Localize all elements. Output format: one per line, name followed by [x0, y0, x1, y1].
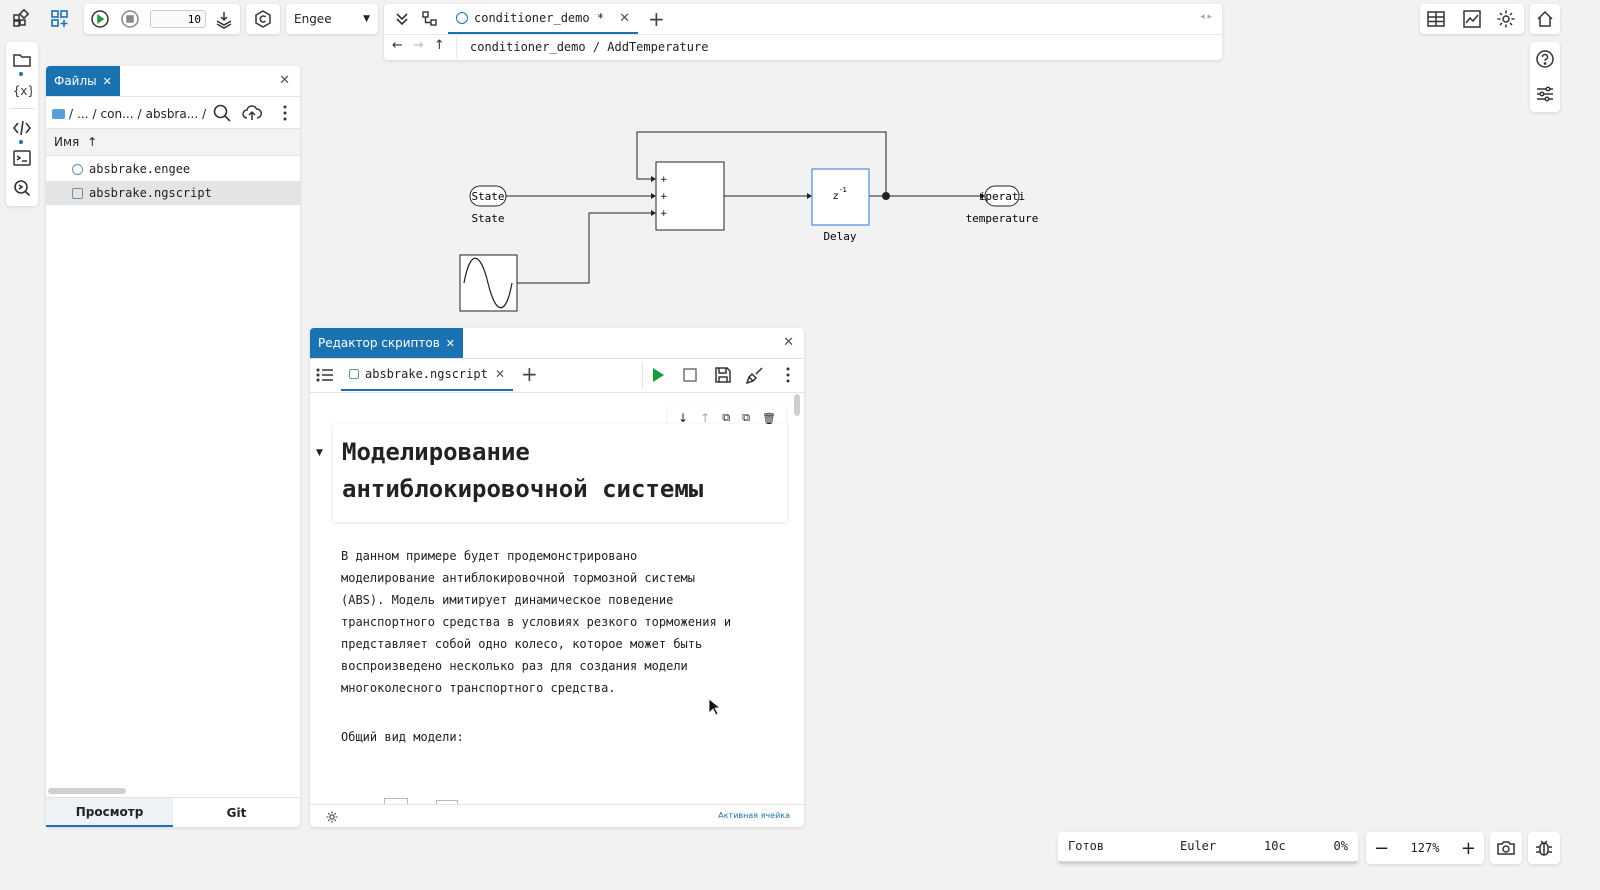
state-port-text: State: [471, 190, 504, 203]
zoom-level: 127%: [1410, 841, 1440, 855]
sum-sign: +: [660, 175, 668, 185]
bug-icon[interactable]: [1530, 834, 1558, 862]
delay-symbol: z: [833, 191, 838, 202]
script-file-icon: [349, 369, 359, 379]
stop-script-icon[interactable]: [676, 361, 704, 389]
screenshot-wrap: [1490, 832, 1522, 864]
zoom-out-icon[interactable]: −: [1374, 838, 1389, 859]
add-tab-icon[interactable]: +: [521, 362, 538, 386]
tab-absbrake-ngscript[interactable]: absbrake.ngscript ✕: [341, 359, 513, 391]
model-diagram: State State + + + z -1 Delay iperati tem…: [459, 131, 1039, 312]
script-editor-title: Редактор скриптов: [318, 336, 440, 350]
save-icon[interactable]: [709, 361, 737, 389]
paragraph-line: моделирование антиблокировочной тормозно…: [341, 571, 696, 585]
paragraph-line: транспортного средства в условиях резког…: [341, 615, 732, 629]
sine-to-sum-line: [517, 212, 651, 284]
camera-icon[interactable]: [1492, 834, 1520, 862]
more-vertical-icon[interactable]: [774, 361, 802, 389]
tab-view-label: Просмотр: [75, 804, 144, 819]
copy-icon[interactable]: ⧉: [722, 411, 730, 425]
trash-icon[interactable]: 🗑: [762, 412, 776, 425]
out-port-text: iperati: [979, 190, 1025, 203]
status-state: Готов: [1068, 839, 1105, 853]
paragraph-line: представляет собой одно колесо, которое …: [341, 637, 703, 651]
progress-track: [1058, 861, 1358, 864]
tab-git-label: Git: [226, 805, 247, 820]
horizontal-scrollbar[interactable]: [48, 788, 126, 794]
move-up-icon[interactable]: ↑: [700, 411, 710, 425]
list-outline-icon[interactable]: [311, 361, 339, 389]
script-editor-panel: Редактор скриптов ✕ ✕ absbrake.ngscript …: [310, 328, 804, 827]
toolbar-divider: [642, 362, 643, 388]
state-label: State: [471, 212, 504, 225]
tab-view[interactable]: Просмотр: [46, 798, 173, 827]
sum-sign: +: [660, 192, 668, 202]
editor-footer-divider: [310, 804, 804, 805]
script-editor-tab[interactable]: Редактор скриптов ✕: [310, 328, 464, 358]
move-down-icon[interactable]: ↓: [678, 411, 688, 425]
clear-brush-icon[interactable]: [741, 361, 769, 389]
close-icon[interactable]: ✕: [446, 337, 455, 350]
delay-block[interactable]: [811, 168, 870, 226]
files-bottom-tabs: Просмотр Git: [46, 797, 300, 827]
status-time: 10с: [1264, 839, 1286, 853]
debug-wrap: [1528, 832, 1560, 864]
panel-close-icon[interactable]: ✕: [783, 335, 794, 350]
cell-heading: Моделирование антиблокировочной системы: [342, 438, 704, 503]
status-solver: Euler: [1180, 839, 1217, 853]
status-bar: Готов Euler 10с 0%: [1058, 832, 1358, 864]
duplicate-icon[interactable]: ⧉: [742, 411, 750, 425]
branch-point: [882, 192, 890, 200]
collapse-triangle-icon[interactable]: ▼: [316, 448, 323, 458]
delay-label: Delay: [823, 230, 856, 243]
paragraph-line: (ABS). Модель имитирует динамическое пов…: [341, 593, 674, 607]
delay-exponent: -1: [840, 186, 847, 194]
paragraph-line: многоколесного транспортного средства.: [341, 681, 616, 695]
zoom-controls: − 127% +: [1366, 832, 1484, 864]
vertical-scrollbar[interactable]: [794, 394, 800, 416]
zoom-in-icon[interactable]: +: [1461, 838, 1476, 859]
mouse-cursor: [708, 698, 720, 716]
editor-divider-2: [310, 392, 804, 393]
gear-icon[interactable]: [318, 807, 346, 827]
run-script-icon[interactable]: [644, 361, 672, 389]
subheading-text: Общий вид модели:: [341, 730, 464, 744]
script-tab-label: absbrake.ngscript: [365, 367, 488, 381]
paragraph-line: воспроизведено несколько раз для создани…: [341, 659, 688, 673]
paragraph-line: В данном примере будет продемонстрирован…: [341, 549, 638, 563]
heading-cell[interactable]: Моделирование антиблокировочной системы: [333, 424, 787, 522]
tab-git[interactable]: Git: [173, 798, 300, 827]
description-paragraph: В данном примере будет продемонстрирован…: [341, 545, 731, 699]
sum-sign: +: [660, 209, 668, 219]
active-cell-status: Активная ячейка: [718, 811, 790, 820]
out-label: temperature: [966, 212, 1039, 225]
close-icon[interactable]: ✕: [495, 367, 505, 381]
status-progress: 0%: [1333, 839, 1348, 853]
